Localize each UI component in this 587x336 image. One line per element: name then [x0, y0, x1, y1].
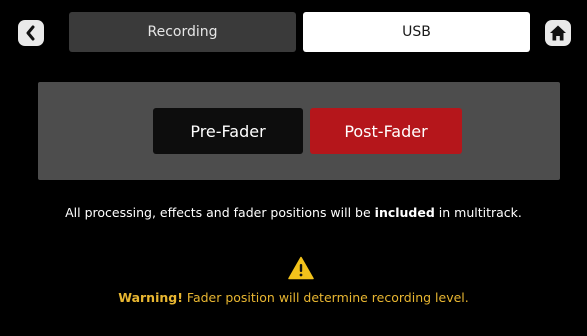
info-text-emphasis: included: [374, 205, 435, 220]
usb-recording-screen: Recording USB Pre-Fader Post-Fader All p…: [0, 0, 587, 336]
warning-message: Warning! Fader position will determine r…: [0, 290, 587, 305]
warning-label: Warning!: [118, 290, 183, 305]
home-button[interactable]: [545, 20, 571, 46]
back-button[interactable]: [18, 20, 44, 46]
tab-usb[interactable]: USB: [303, 12, 530, 52]
info-message: All processing, effects and fader positi…: [0, 205, 587, 220]
info-text-after: in multitrack.: [434, 205, 522, 220]
info-text-before: All processing, effects and fader positi…: [65, 205, 375, 220]
pre-fader-label: Pre-Fader: [190, 121, 266, 141]
tab-recording[interactable]: Recording: [69, 12, 296, 52]
post-fader-label: Post-Fader: [344, 121, 428, 141]
home-icon: [549, 24, 567, 42]
tab-recording-label: Recording: [147, 24, 218, 40]
chevron-left-icon: [24, 25, 38, 41]
fader-mode-panel: Pre-Fader Post-Fader: [38, 82, 560, 180]
post-fader-button[interactable]: Post-Fader: [310, 108, 462, 154]
warning-triangle-icon: [288, 256, 314, 280]
warning-text: Fader position will determine recording …: [182, 290, 469, 305]
tab-usb-label: USB: [402, 24, 431, 40]
pre-fader-button[interactable]: Pre-Fader: [153, 108, 303, 154]
